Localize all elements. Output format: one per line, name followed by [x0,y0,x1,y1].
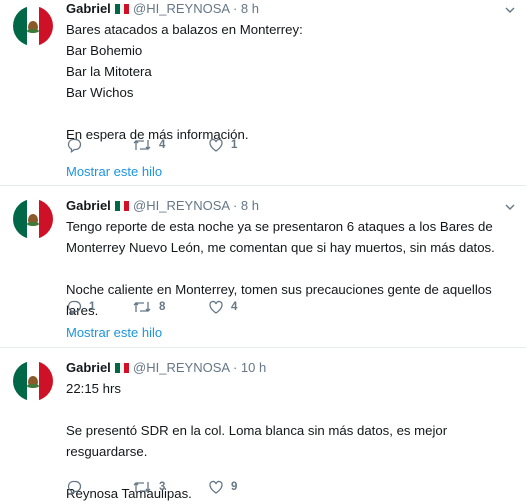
tweet-actions: 1 8 4 [66,298,237,316]
tweet[interactable]: Gabriel @HI_REYNOSA · 8 h Bares atacados… [0,0,526,186]
tweet-header: Gabriel @HI_REYNOSA · 8 h [66,198,516,214]
mexico-flag-icon [115,363,130,373]
tweet-header: Gabriel @HI_REYNOSA · 10 h [66,360,516,376]
retweet-icon [133,302,151,312]
like-icon [209,300,223,314]
like-button[interactable]: 1 [208,137,237,153]
tweet[interactable]: Gabriel @HI_REYNOSA · 8 h Tengo reporte … [0,186,526,348]
timestamp[interactable]: 8 h [241,1,259,16]
reply-icon [67,300,82,315]
author-name[interactable]: Gabriel [66,360,111,375]
reply-button[interactable] [66,137,132,153]
reply-button[interactable]: 1 [66,299,132,315]
avatar[interactable] [13,6,53,46]
author-name[interactable]: Gabriel [66,1,111,16]
separator: · [232,1,238,16]
chevron-down-icon[interactable] [505,202,515,212]
retweet-icon [133,140,151,150]
avatar[interactable] [13,199,53,239]
tweet-text: Bares atacados a balazos en Monterrey: B… [66,22,303,142]
retweet-count: 3 [159,481,166,493]
timestamp[interactable]: 10 h [241,360,266,375]
author-handle[interactable]: @HI_REYNOSA [133,360,229,375]
author-name[interactable]: Gabriel [66,198,111,213]
author-handle[interactable]: @HI_REYNOSA [133,1,229,16]
tweet-actions: 4 1 [66,136,237,154]
show-thread-link[interactable]: Mostrar este hilo [66,164,162,179]
mexico-flag-icon [115,4,130,14]
reply-icon [67,138,82,153]
timestamp[interactable]: 8 h [241,198,259,213]
separator: · [232,360,238,375]
like-count: 1 [231,139,238,151]
like-count: 9 [231,481,238,493]
like-icon [209,138,223,152]
avatar[interactable] [13,361,53,401]
retweet-button[interactable]: 4 [132,137,208,153]
author-handle[interactable]: @HI_REYNOSA [133,198,229,213]
like-button[interactable]: 4 [208,299,237,315]
retweet-count: 8 [159,301,166,313]
tweet-header: Gabriel @HI_REYNOSA · 8 h [66,1,516,17]
retweet-count: 4 [159,139,166,151]
like-count: 4 [231,301,238,313]
show-thread-link[interactable]: Mostrar este hilo [66,325,162,340]
separator: · [232,198,238,213]
retweet-button[interactable]: 8 [132,299,208,315]
mexico-flag-icon [115,201,130,211]
chevron-down-icon[interactable] [505,5,515,15]
tweet-actions: 3 9 [66,478,237,496]
tweet[interactable]: Gabriel @HI_REYNOSA · 10 h 22:15 hrs Se … [0,348,526,501]
reply-count: 1 [89,301,96,313]
